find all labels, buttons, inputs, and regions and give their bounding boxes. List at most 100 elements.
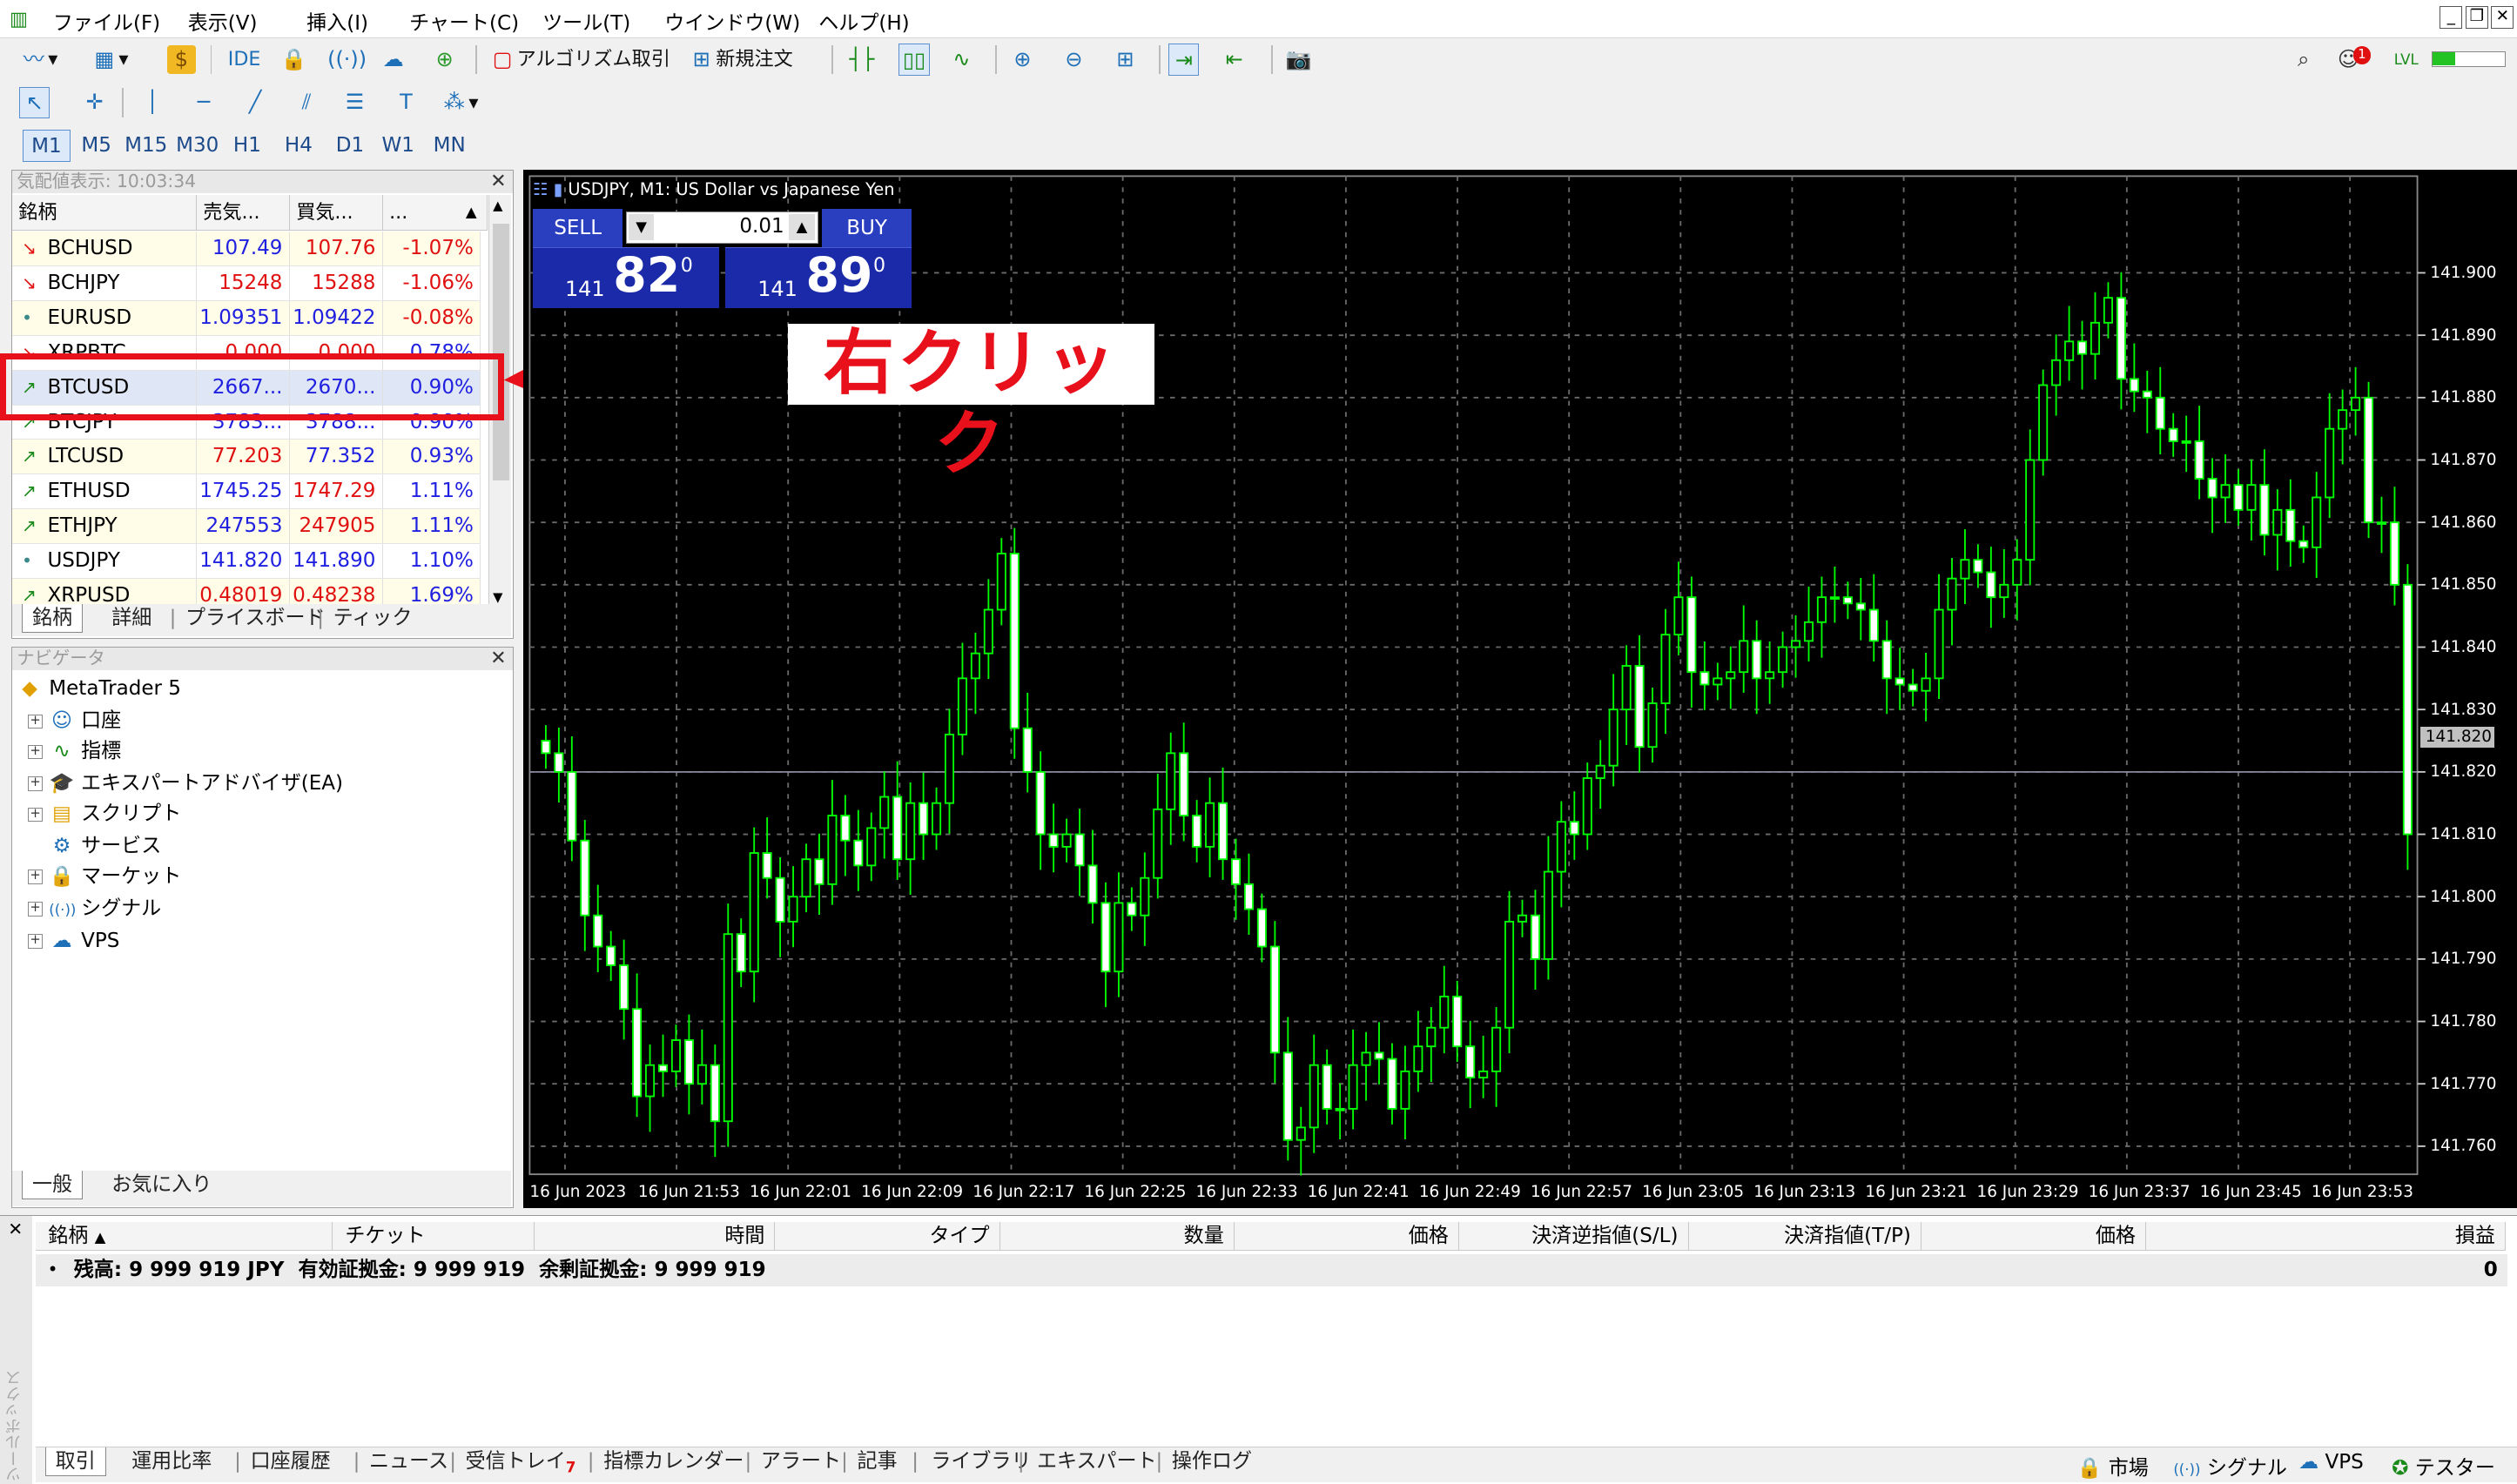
- status-market[interactable]: 🔒 市場: [2077, 1451, 2149, 1481]
- sell-button[interactable]: SELL: [533, 208, 623, 247]
- nav-scripts[interactable]: + ▤ スクリプト: [28, 798, 181, 829]
- market-watch-row[interactable]: ↗ LTCUSD 77.203 77.352 0.93%: [11, 440, 481, 475]
- notifications-icon[interactable]: ☺ 1: [2334, 44, 2372, 76]
- nav-indicators[interactable]: + ∿ 指標: [28, 735, 121, 767]
- market-watch-row[interactable]: ↗ ETHUSD 1745.25 1747.29 1.11%: [11, 474, 481, 510]
- close-icon[interactable]: ✕: [2491, 6, 2514, 30]
- text-icon[interactable]: T: [392, 87, 421, 119]
- nav-experts[interactable]: + 🎓 エキスパートアドバイザ(EA): [28, 768, 343, 799]
- dollar-icon[interactable]: $: [166, 44, 196, 76]
- col-trade-symbol[interactable]: 銘柄 ▲: [35, 1222, 333, 1252]
- volume-field[interactable]: ▼ 0.01 ▲: [626, 212, 819, 245]
- market-bag-icon[interactable]: 🔒: [279, 44, 308, 76]
- bar-chart-icon[interactable]: ┤├: [847, 44, 876, 76]
- menu-chart[interactable]: チャート(C): [409, 6, 519, 36]
- col-tp[interactable]: 決済指値(T/P): [1688, 1222, 1921, 1252]
- menu-tools[interactable]: ツール(T): [542, 6, 630, 36]
- auto-scroll-icon[interactable]: ⇥: [1168, 43, 1200, 76]
- vertical-line-icon[interactable]: │: [138, 87, 167, 119]
- tab-ticks[interactable]: ティック: [333, 604, 413, 633]
- zoom-out-icon[interactable]: ⊖: [1060, 44, 1088, 76]
- trend-line-icon[interactable]: ╱: [241, 87, 270, 119]
- tab-general[interactable]: 一般: [21, 1171, 84, 1200]
- col-ticket[interactable]: チケット: [332, 1222, 535, 1252]
- market-watch-row[interactable]: ↘ BCHUSD 107.49 107.76 -1.07%: [11, 232, 481, 267]
- tile-windows-icon[interactable]: ⊞: [1111, 44, 1140, 76]
- tab-news[interactable]: ニュース: [369, 1447, 448, 1476]
- horizontal-line-icon[interactable]: ─: [190, 87, 219, 119]
- search-icon[interactable]: ⌕: [2289, 44, 2318, 76]
- menu-file[interactable]: ファイル(F): [53, 6, 160, 36]
- line-chart-icon[interactable]: ∿: [947, 44, 976, 76]
- menu-insert[interactable]: 挿入(I): [306, 6, 368, 36]
- chart-menu-icon[interactable]: ☷ ▮: [533, 179, 562, 199]
- menu-window[interactable]: ウインドウ(W): [664, 6, 800, 36]
- nav-market[interactable]: + 🔒 マーケット: [28, 861, 181, 892]
- col-change[interactable]: ... ▲: [382, 195, 488, 231]
- tab-favorites[interactable]: お気に入り: [111, 1171, 212, 1199]
- market-watch-close-icon[interactable]: ✕: [490, 171, 507, 193]
- tab-articles[interactable]: 記事: [858, 1447, 898, 1476]
- tf-d1[interactable]: D1: [327, 130, 373, 162]
- algo-trading-button[interactable]: ▢ アルゴリズム取引: [488, 44, 670, 76]
- ask-price-box[interactable]: 141 89 0: [725, 246, 912, 308]
- volume-down-icon[interactable]: ▼: [628, 214, 655, 240]
- candlestick-icon[interactable]: ▯▯: [898, 43, 930, 76]
- shapes-icon[interactable]: ⁂ ▾: [440, 87, 479, 119]
- col-time[interactable]: 時間: [534, 1222, 776, 1252]
- scroll-up-icon[interactable]: ▲: [493, 198, 502, 213]
- tab-journal[interactable]: 操作ログ: [1172, 1447, 1252, 1476]
- channel-icon[interactable]: ⫽: [293, 87, 321, 119]
- tab-experts[interactable]: エキスパート: [1037, 1447, 1157, 1476]
- tab-exposure[interactable]: 運用比率: [131, 1447, 212, 1476]
- col-price2[interactable]: 価格: [1921, 1222, 2146, 1252]
- col-type[interactable]: タイプ: [775, 1222, 1000, 1252]
- tf-h1[interactable]: H1: [225, 130, 270, 162]
- vps-cloud-icon[interactable]: ☁: [379, 44, 407, 76]
- tf-m30[interactable]: M30: [173, 130, 221, 162]
- tab-library[interactable]: ライブラリ: [931, 1447, 1031, 1476]
- tab-price-board[interactable]: プライスボード: [185, 604, 326, 633]
- market-watch-row[interactable]: ↘ BCHJPY 15248 15288 -1.06%: [11, 266, 481, 302]
- nav-accounts[interactable]: + ☺ 口座: [28, 705, 121, 736]
- nav-services[interactable]: ⚙ サービス: [49, 830, 162, 862]
- toolbox-close-icon[interactable]: ✕: [8, 1219, 23, 1239]
- minimize-icon[interactable]: _: [2440, 6, 2463, 30]
- market-watch-row[interactable]: • USDJPY 141.820 141.890 1.10%: [11, 543, 481, 579]
- scroll-down-icon[interactable]: ▼: [493, 590, 502, 605]
- tab-alerts[interactable]: アラート: [761, 1447, 841, 1476]
- col-bid[interactable]: 売気...: [196, 195, 290, 231]
- bid-price-box[interactable]: 141 82 0: [533, 246, 719, 308]
- chart-template-icon[interactable]: ▦ ▾: [90, 44, 129, 76]
- volume-up-icon[interactable]: ▲: [789, 214, 815, 240]
- tf-m5[interactable]: M5: [74, 130, 119, 162]
- col-symbol[interactable]: 銘柄: [11, 195, 197, 231]
- tab-trade[interactable]: 取引: [44, 1447, 106, 1477]
- col-profit[interactable]: 損益: [2146, 1222, 2506, 1252]
- tab-details[interactable]: 詳細: [111, 604, 151, 633]
- balance-row[interactable]: • 残高: 9 999 919 JPY 有効証拠金: 9 999 919 余剰証…: [35, 1253, 2507, 1286]
- col-ask[interactable]: 買気...: [289, 195, 383, 231]
- nav-signals[interactable]: + ((·)) シグナル: [28, 893, 161, 924]
- buy-button[interactable]: BUY: [821, 208, 912, 247]
- ide-button[interactable]: IDE: [228, 44, 261, 76]
- tf-mn[interactable]: MN: [424, 130, 475, 162]
- col-sl[interactable]: 決済逆指値(S/L): [1458, 1222, 1689, 1252]
- tab-history[interactable]: 口座履歴: [251, 1447, 331, 1476]
- market-watch-row[interactable]: • EURUSD 1.09351 1.09422 -0.08%: [11, 301, 481, 336]
- new-order-button[interactable]: ⊞ 新規注文: [687, 44, 793, 76]
- nav-root[interactable]: ◆ MetaTrader 5: [17, 673, 181, 704]
- col-price[interactable]: 価格: [1234, 1222, 1459, 1252]
- crosshair-icon[interactable]: ✛: [80, 87, 109, 119]
- menu-help[interactable]: ヘルプ(H): [818, 6, 909, 36]
- col-volume[interactable]: 数量: [999, 1222, 1235, 1252]
- signal-icon[interactable]: ((·)): [327, 44, 367, 76]
- cursor-icon[interactable]: ↖: [19, 86, 50, 119]
- community-icon[interactable]: ⊕: [430, 44, 459, 76]
- status-signals[interactable]: ((·)) シグナル: [2173, 1451, 2287, 1481]
- tf-m15[interactable]: M15: [122, 130, 170, 162]
- status-tester[interactable]: ✪ テスター: [2392, 1451, 2495, 1481]
- nav-vps[interactable]: + ☁ VPS: [28, 925, 119, 957]
- menu-view[interactable]: 表示(V): [188, 6, 258, 36]
- navigator-close-icon[interactable]: ✕: [490, 647, 507, 670]
